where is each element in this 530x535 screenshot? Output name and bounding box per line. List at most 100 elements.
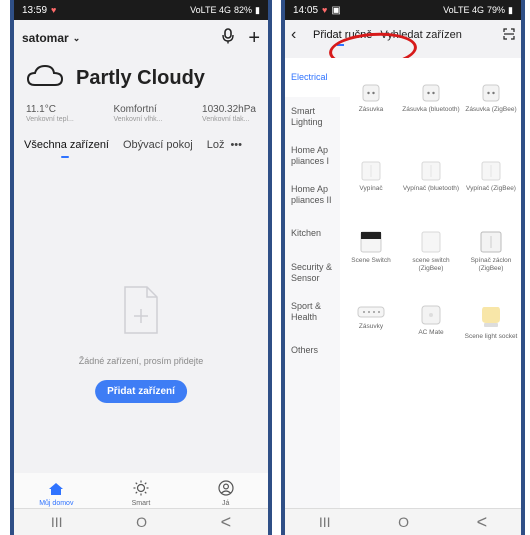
category-item[interactable]: Security & Sensor [285, 253, 340, 292]
curtain-switch-icon [480, 231, 502, 253]
home-icon [48, 482, 64, 498]
tab-my-home[interactable]: Můj domov [31, 482, 81, 507]
battery-icon: ▮ [255, 4, 260, 15]
device-label: Vypínač [359, 185, 383, 192]
tab-indicator [61, 156, 70, 158]
socket-icon [362, 84, 380, 102]
android-nav-bar: III O < [14, 508, 268, 535]
device-label: scene switch (ZigBee) [412, 257, 450, 272]
sun-icon [133, 480, 149, 498]
device-label: Scene Switch [351, 257, 391, 264]
back-button[interactable]: < [221, 512, 232, 533]
tab-all-devices[interactable]: Všechna zařízení [24, 139, 109, 158]
chevron-down-icon: ⌄ [72, 32, 81, 43]
battery-level: 79% [487, 5, 506, 15]
battery-level: 82% [234, 5, 253, 15]
tab-living-room[interactable]: Obývací pokoj [123, 139, 193, 151]
home-button[interactable]: O [136, 514, 147, 530]
device-label: Spínač záclon (ZigBee) [470, 257, 512, 272]
device-socket[interactable]: Zásuvka [341, 84, 401, 114]
ac-mate-icon [421, 305, 441, 325]
microphone-icon[interactable] [222, 27, 235, 49]
android-nav-bar: III O < [285, 508, 521, 535]
humidity-metric: Komfortní Venkovní vlhk... [113, 104, 162, 123]
left-screen: 13:59 ♥ VoLTE 4G 82% ▮ satomar ⌄ + Partly C… [14, 0, 268, 535]
tab-bedroom[interactable]: Lož [207, 139, 225, 151]
device-scene-switch-zigbee[interactable]: scene switch (ZigBee) [401, 231, 461, 273]
wall-switch-icon [421, 161, 441, 181]
tab-smart[interactable]: Smart [116, 480, 166, 507]
device-label: Zásuvka (ZigBee) [465, 106, 517, 113]
power-strip-icon [357, 306, 385, 318]
device-switch[interactable]: Vypínač [341, 161, 401, 193]
device-grid: Zásuvka Zásuvka (bluetooth) Zásuvka (Zig… [340, 58, 521, 509]
category-list: Electrical Smart Lighting Home Ap plianc… [285, 58, 340, 509]
home-header: satomar ⌄ + [14, 24, 268, 52]
device-scene-light-socket[interactable]: Scene light socket [461, 305, 521, 341]
right-phone: 14:05 ♥ ▣ VoLTE 4G 79% ▮ ‹ Přidat ručně Vyhl… [281, 0, 525, 535]
device-switch-zigbee[interactable]: Vypínač (ZigBee) [461, 161, 521, 193]
tab-label: Já [221, 500, 230, 507]
category-item[interactable]: Others [285, 331, 340, 370]
weather-metrics: 11.1°C Venkovní tepl... Komfortní Venkov… [14, 104, 268, 123]
metric-value: 11.1°C [26, 104, 56, 115]
light-bulb-icon [482, 307, 500, 327]
home-button[interactable]: O [398, 514, 409, 530]
device-label: Vypínač (ZigBee) [466, 185, 516, 192]
profile-icon [218, 480, 234, 498]
category-item[interactable]: Sport & Health [285, 292, 340, 331]
device-power-strip[interactable]: Zásuvky [341, 305, 401, 331]
category-item[interactable]: Smart Lighting [285, 97, 340, 136]
device-socket-bluetooth[interactable]: Zásuvka (bluetooth) [401, 84, 461, 114]
recent-apps-button[interactable]: III [319, 514, 331, 530]
device-curtain-switch[interactable]: Spínač záclon (ZigBee) [461, 231, 521, 273]
category-item[interactable]: Home Ap pliances I [285, 136, 340, 175]
recent-apps-button[interactable]: III [51, 514, 63, 530]
device-ac-mate[interactable]: AC Mate [401, 305, 461, 337]
signal-indicator: VoLTE 4G [443, 5, 485, 15]
heart-icon: ♥ [51, 5, 57, 15]
status-bar: 14:05 ♥ ▣ VoLTE 4G 79% ▮ [285, 0, 521, 20]
category-item[interactable]: Kitchen [285, 214, 340, 253]
tab-me[interactable]: Já [201, 480, 251, 507]
clock: 14:05 [293, 4, 319, 16]
gallery-icon: ▣ [331, 4, 341, 16]
wall-switch-icon [481, 161, 501, 181]
pressure-metric: 1030.32hPa Venkovní tlak... [202, 104, 256, 123]
device-socket-zigbee[interactable]: Zásuvka (ZigBee) [461, 84, 521, 114]
device-switch-bluetooth[interactable]: Vypínač (bluetooth) [401, 161, 461, 193]
left-phone: 13:59 ♥ VoLTE 4G 82% ▮ satomar ⌄ + Partly C… [10, 0, 272, 535]
add-icon[interactable]: + [248, 28, 260, 48]
tab-label: Můj domov [39, 500, 74, 507]
room-tabs: Všechna zařízení Obývací pokoj Lož ••• [14, 139, 268, 158]
wall-switch-icon [361, 161, 381, 181]
empty-document-icon [121, 285, 161, 340]
device-label: Zásuvka [358, 106, 384, 113]
metric-label: Venkovní tepl... [26, 116, 74, 123]
device-label: Scene light socket [464, 333, 518, 340]
back-arrow-icon[interactable]: ‹ [291, 26, 305, 44]
add-device-button[interactable]: Přidat zařízení [95, 380, 187, 403]
tab-label: Smart [131, 500, 151, 507]
device-list-empty: Žádné zařízení, prosím přidejte Přidat z… [14, 175, 268, 475]
weather-panel: Partly Cloudy [14, 58, 268, 98]
metric-label: Venkovní tlak... [202, 116, 250, 123]
scan-icon[interactable] [503, 27, 515, 43]
back-button[interactable]: < [477, 512, 488, 533]
category-item[interactable]: Electrical [285, 58, 340, 97]
right-screen: 14:05 ♥ ▣ VoLTE 4G 79% ▮ ‹ Přidat ručně Vyhl… [285, 0, 521, 535]
device-scene-switch[interactable]: Scene Switch [341, 231, 401, 265]
category-item[interactable]: Home Ap pliances II [285, 175, 340, 214]
weather-title: Partly Cloudy [76, 66, 205, 89]
signal-indicator: VoLTE 4G [190, 5, 232, 15]
device-label: Zásuvka (bluetooth) [402, 106, 460, 113]
device-label: AC Mate [418, 329, 444, 336]
more-icon[interactable]: ••• [230, 139, 242, 151]
wall-switch-icon [421, 231, 441, 253]
home-name: satomar [22, 31, 69, 45]
status-bar: 13:59 ♥ VoLTE 4G 82% ▮ [14, 0, 268, 20]
tab-label: Všechna zařízení [24, 139, 109, 151]
home-selector[interactable]: satomar ⌄ [22, 31, 80, 45]
metric-label: Venkovní vlhk... [113, 116, 163, 123]
heart-icon: ♥ [322, 5, 328, 15]
